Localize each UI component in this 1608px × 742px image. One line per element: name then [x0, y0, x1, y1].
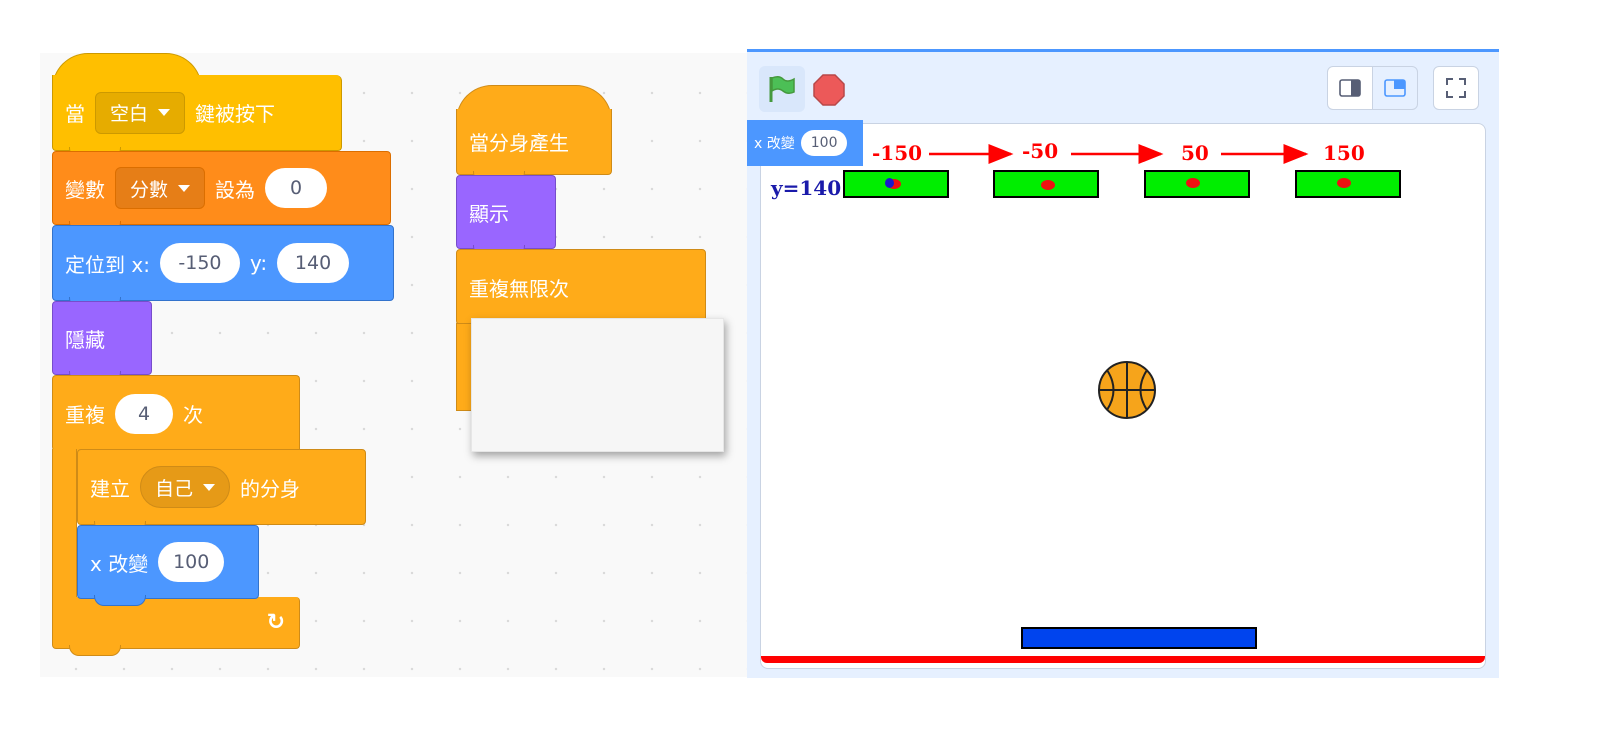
green-flag-icon	[769, 75, 795, 102]
change-x-block[interactable]: x 改變 100	[77, 525, 259, 606]
goto-xy-block[interactable]: 定位到 x: -150 y: 140	[52, 225, 394, 308]
brick-2	[993, 170, 1099, 198]
brick-3	[1144, 170, 1250, 198]
context-menu-popup	[471, 318, 724, 452]
small-stage-icon	[1339, 79, 1361, 97]
basketball-sprite[interactable]	[1096, 359, 1158, 421]
hide-block[interactable]: 隱藏	[52, 301, 152, 382]
normal-stage-button[interactable]	[1372, 66, 1418, 110]
set-to-label: 設為	[215, 177, 256, 202]
chevron-down-icon	[178, 184, 191, 192]
brick-dot-1-blue	[885, 178, 894, 188]
repeat-block[interactable]: 重複 4 次	[52, 375, 300, 459]
repeat-c-arm	[52, 449, 77, 599]
show-label: 顯示	[469, 201, 509, 226]
monitor-value: 100	[800, 130, 848, 156]
clone-suffix-label: 的分身	[240, 476, 301, 501]
show-block[interactable]: 顯示	[456, 175, 556, 256]
when-key-pressed-block[interactable]: 當 空白 鍵被按下	[52, 75, 342, 158]
stop-icon	[813, 74, 845, 106]
fullscreen-button[interactable]	[1433, 66, 1479, 110]
key-dropdown-value: 空白	[110, 103, 149, 125]
clone-target-dropdown[interactable]: 自己	[140, 466, 231, 508]
x-input[interactable]: -150	[159, 243, 240, 283]
y-input[interactable]: 140	[277, 243, 350, 283]
monitor-label: x 改變	[754, 136, 795, 152]
y-label: y=140	[771, 176, 842, 200]
brick-dot-2	[1041, 180, 1055, 190]
y-label: y:	[249, 251, 268, 275]
brick-dot-3	[1186, 178, 1200, 188]
create-clone-block[interactable]: 建立 自己 的分身	[77, 449, 366, 532]
brick-1	[843, 170, 949, 198]
when-label: 當	[65, 102, 85, 126]
clone-hat-label: 當分身產生	[469, 131, 569, 155]
green-flag-button[interactable]	[759, 66, 805, 112]
variable-dropdown-value: 分數	[130, 178, 169, 201]
when-clone-starts-block[interactable]: 當分身產生	[456, 109, 612, 182]
paddle-sprite[interactable]	[1021, 627, 1257, 649]
set-value-input[interactable]: 0	[265, 168, 328, 208]
variable-dropdown[interactable]: 分數	[115, 167, 206, 209]
repeat-label: 重複	[65, 403, 105, 427]
normal-stage-icon	[1384, 79, 1406, 97]
variable-monitor[interactable]: x 改變 100	[747, 120, 863, 166]
set-variable-block[interactable]: 變數 分數 設為 0	[52, 151, 391, 232]
small-stage-button[interactable]	[1327, 66, 1373, 110]
code-area[interactable]: 當 空白 鍵被按下 變數 分數 設為 0 定位到 x: -150 y: 140 …	[40, 53, 748, 677]
forever-block[interactable]: 重複無限次	[456, 249, 706, 332]
repeat-bottom: ↻	[52, 597, 300, 656]
goto-label: 定位到 x:	[65, 252, 150, 277]
repeat-suffix-label: 次	[183, 403, 203, 427]
clone-target-value: 自己	[155, 477, 194, 500]
stage-panel: x 改變 100 -150 -50 50 150 y=140	[747, 49, 1499, 678]
change-x-input[interactable]: 100	[158, 542, 225, 582]
repeat-times-input[interactable]: 4	[115, 393, 173, 434]
forever-label: 重複無限次	[469, 276, 569, 301]
brick-dot-4	[1337, 178, 1351, 188]
floor-line	[761, 656, 1485, 663]
loop-arrow-icon: ↻	[266, 610, 285, 635]
hide-label: 隱藏	[65, 327, 105, 352]
brick-4	[1295, 170, 1401, 198]
chevron-down-icon	[158, 109, 171, 116]
key-pressed-label: 鍵被按下	[195, 102, 276, 126]
chevron-down-icon	[203, 483, 216, 491]
fullscreen-icon	[1446, 78, 1466, 98]
set-var-label: 變數	[65, 177, 105, 202]
create-clone-label: 建立	[90, 476, 130, 501]
key-dropdown[interactable]: 空白	[95, 91, 186, 134]
stop-button[interactable]	[813, 74, 845, 106]
change-x-label: x 改變	[90, 551, 149, 576]
stage-canvas[interactable]: -150 -50 50 150 y=140	[760, 123, 1486, 669]
